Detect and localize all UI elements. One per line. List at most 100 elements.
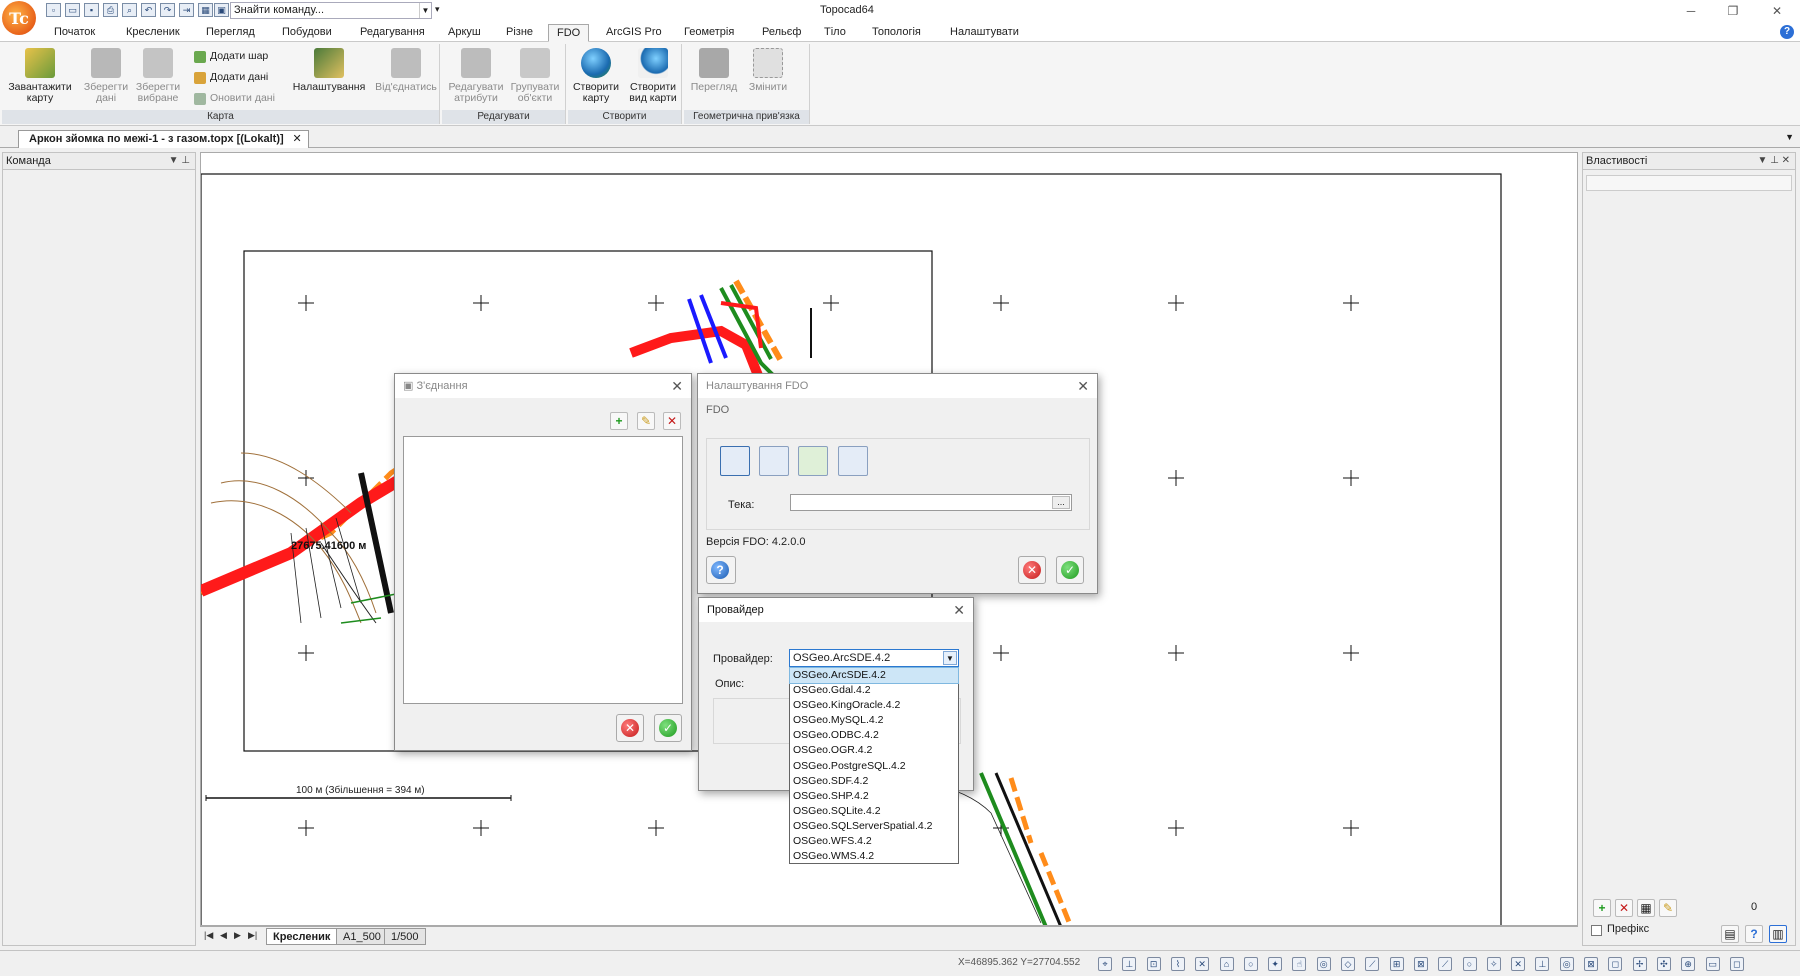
chevron-down-icon[interactable]: ▼ [943,651,957,665]
save-icon[interactable]: ▪ [84,3,99,17]
tab-construct[interactable]: Побудови [274,24,340,42]
provider-option[interactable]: OSGeo.PostgreSQL.4.2 [790,759,958,774]
app-logo[interactable]: Tc [2,1,36,35]
close-icon[interactable]: ✕ [953,598,965,622]
provider-option[interactable]: OSGeo.SQLServerSpatial.4.2 [790,819,958,834]
provider-dropdown-list[interactable]: OSGeo.ArcSDE.4.2 OSGeo.Gdal.4.2 OSGeo.King… [789,666,959,864]
help-icon[interactable]: ? [1745,925,1763,943]
snap-mode-icon[interactable]: ⌂ [1219,957,1234,971]
provider-option[interactable]: OSGeo.WMS.4.2 [790,849,958,864]
snap-mode-icon[interactable]: ○ [1243,957,1258,971]
provider-option[interactable]: OSGeo.Gdal.4.2 [790,683,958,698]
tab-fdo[interactable]: FDO [548,24,590,42]
snap-mode-icon[interactable]: ✦ [1268,957,1283,971]
snap-mode-icon[interactable]: ◎ [1559,957,1574,971]
add-layer-button[interactable]: Додати шар [192,48,268,65]
sheet-tab-scale[interactable]: 1/500 [384,928,426,945]
provider-option[interactable]: OSGeo.OGR.4.2 [790,743,958,758]
delete-connection-icon[interactable]: ✕ [663,412,681,430]
provider-option[interactable]: OSGeo.SDF.4.2 [790,774,958,789]
provider-option[interactable]: OSGeo.ODBC.4.2 [790,728,958,743]
minimize-icon[interactable]: ─ [1676,2,1706,20]
tab-misc[interactable]: Різне [498,24,541,42]
delete-icon[interactable]: ✕ [1615,899,1633,917]
open-folder-icon[interactable]: ▭ [65,3,80,17]
new-file-icon[interactable]: ▫ [46,3,61,17]
tab-home[interactable]: Початок [46,24,103,42]
print-icon[interactable]: ⎙ [103,3,118,17]
chevron-down-icon[interactable]: ▼ [419,3,431,18]
snap-mode-icon[interactable]: ⊠ [1584,957,1598,971]
first-sheet-icon[interactable]: |◀ [204,930,213,941]
snap-mode-icon[interactable]: ⟋ [1438,957,1453,971]
snap-mode-icon[interactable]: ⊞ [1389,957,1404,971]
snap-mode-icon[interactable]: ⊕ [1681,957,1696,971]
tab-drawing[interactable]: Кресленик [118,24,188,42]
redo-icon[interactable]: ↷ [160,3,175,17]
provider-option[interactable]: OSGeo.SHP.4.2 [790,789,958,804]
snap-mode-icon[interactable]: ⊥ [1535,957,1550,971]
tab-sheet[interactable]: Аркуш [440,24,489,42]
group-objects-button[interactable]: Групувати об'єкти [506,48,564,104]
tab-geometry[interactable]: Геометрія [676,24,742,42]
snap-mode-icon[interactable]: ▭ [1705,957,1720,971]
prefix-checkbox[interactable] [1591,925,1602,936]
load-map-button[interactable]: Завантажити карту [4,48,76,104]
folder-input[interactable]: ... [790,494,1072,511]
table-icon[interactable]: ▦ [1637,899,1655,917]
pin-icon[interactable]: ▼ ⊥ ✕ [1757,153,1790,169]
edit-icon[interactable]: ✎ [1659,899,1677,917]
snap-mode-icon[interactable]: ⌖ [1098,957,1112,971]
export-icon[interactable]: ⇥ [179,3,194,17]
edit-attributes-button[interactable]: Редагувати атрибути [446,48,506,104]
connections-list[interactable] [403,436,683,704]
ok-button[interactable]: ✓ [654,714,682,742]
restore-icon[interactable]: ❐ [1718,2,1748,20]
cancel-button[interactable]: ✕ [616,714,644,742]
tab-view[interactable]: Перегляд [198,24,263,42]
snap-mode-icon[interactable]: ⟋ [1365,957,1380,971]
save-selected-button[interactable]: Зберегти вибране [132,48,184,104]
georef-view-button[interactable]: Перегляд [688,48,740,104]
snap-mode-icon[interactable]: ⊠ [1413,957,1428,971]
snap-mode-icon[interactable]: ◎ [1316,957,1331,971]
refresh-data-button[interactable]: Оновити дані [192,90,275,107]
pin-icon[interactable]: ▼ ⊥ [169,153,190,169]
customize-qat-icon[interactable]: ▾ [435,4,440,15]
layers-icon[interactable] [759,446,789,476]
add-icon[interactable]: + [1593,899,1611,917]
provider-option[interactable]: OSGeo.KingOracle.4.2 [790,698,958,713]
georef-change-button[interactable]: Змінити [742,48,794,104]
snap-mode-icon[interactable]: ☝ [1292,957,1307,971]
database-icon[interactable] [720,446,750,476]
chevron-down-icon[interactable]: ▼ [1785,132,1794,142]
ok-button[interactable]: ✓ [1056,556,1084,584]
undo-icon[interactable]: ↶ [141,3,156,17]
search-icon[interactable] [838,446,868,476]
provider-select[interactable]: OSGeo.ArcSDE.4.2 ▼ [789,649,959,667]
provider-option[interactable]: OSGeo.ArcSDE.4.2 [789,666,959,685]
provider-option[interactable]: OSGeo.MySQL.4.2 [790,713,958,728]
tab-arcgis-pro[interactable]: ArcGIS Pro [598,24,670,42]
browse-button[interactable]: ... [1052,496,1070,509]
calculator-icon[interactable]: ▦ [198,3,213,17]
close-icon[interactable]: ✕ [1077,374,1089,398]
add-data-button[interactable]: Додати дані [192,69,268,86]
sheet-tab-a1[interactable]: A1_500 [336,928,388,945]
grid-view-icon[interactable]: ▤ [1721,925,1739,943]
tab-relief[interactable]: Рельєф [754,24,809,42]
close-icon[interactable]: ✕ [671,374,683,398]
snap-mode-icon[interactable]: ✕ [1195,957,1210,971]
map-icon[interactable] [798,446,828,476]
edit-connection-icon[interactable]: ✎ [637,412,655,430]
create-map-view-button[interactable]: Створити вид карти [624,48,682,104]
snap-mode-icon[interactable]: ✕ [1511,957,1526,971]
layout-icon[interactable]: ▣ [214,3,229,17]
last-sheet-icon[interactable]: ▶| [248,930,257,941]
tab-customize[interactable]: Налаштувати [942,24,1027,42]
command-search-input[interactable]: Знайти команду... ▼ [230,2,432,19]
prev-sheet-icon[interactable]: ◀ [220,930,227,941]
create-map-button[interactable]: Створити карту [570,48,622,104]
help-icon[interactable]: ? [1780,25,1794,39]
tab-edit[interactable]: Редагування [352,24,433,42]
